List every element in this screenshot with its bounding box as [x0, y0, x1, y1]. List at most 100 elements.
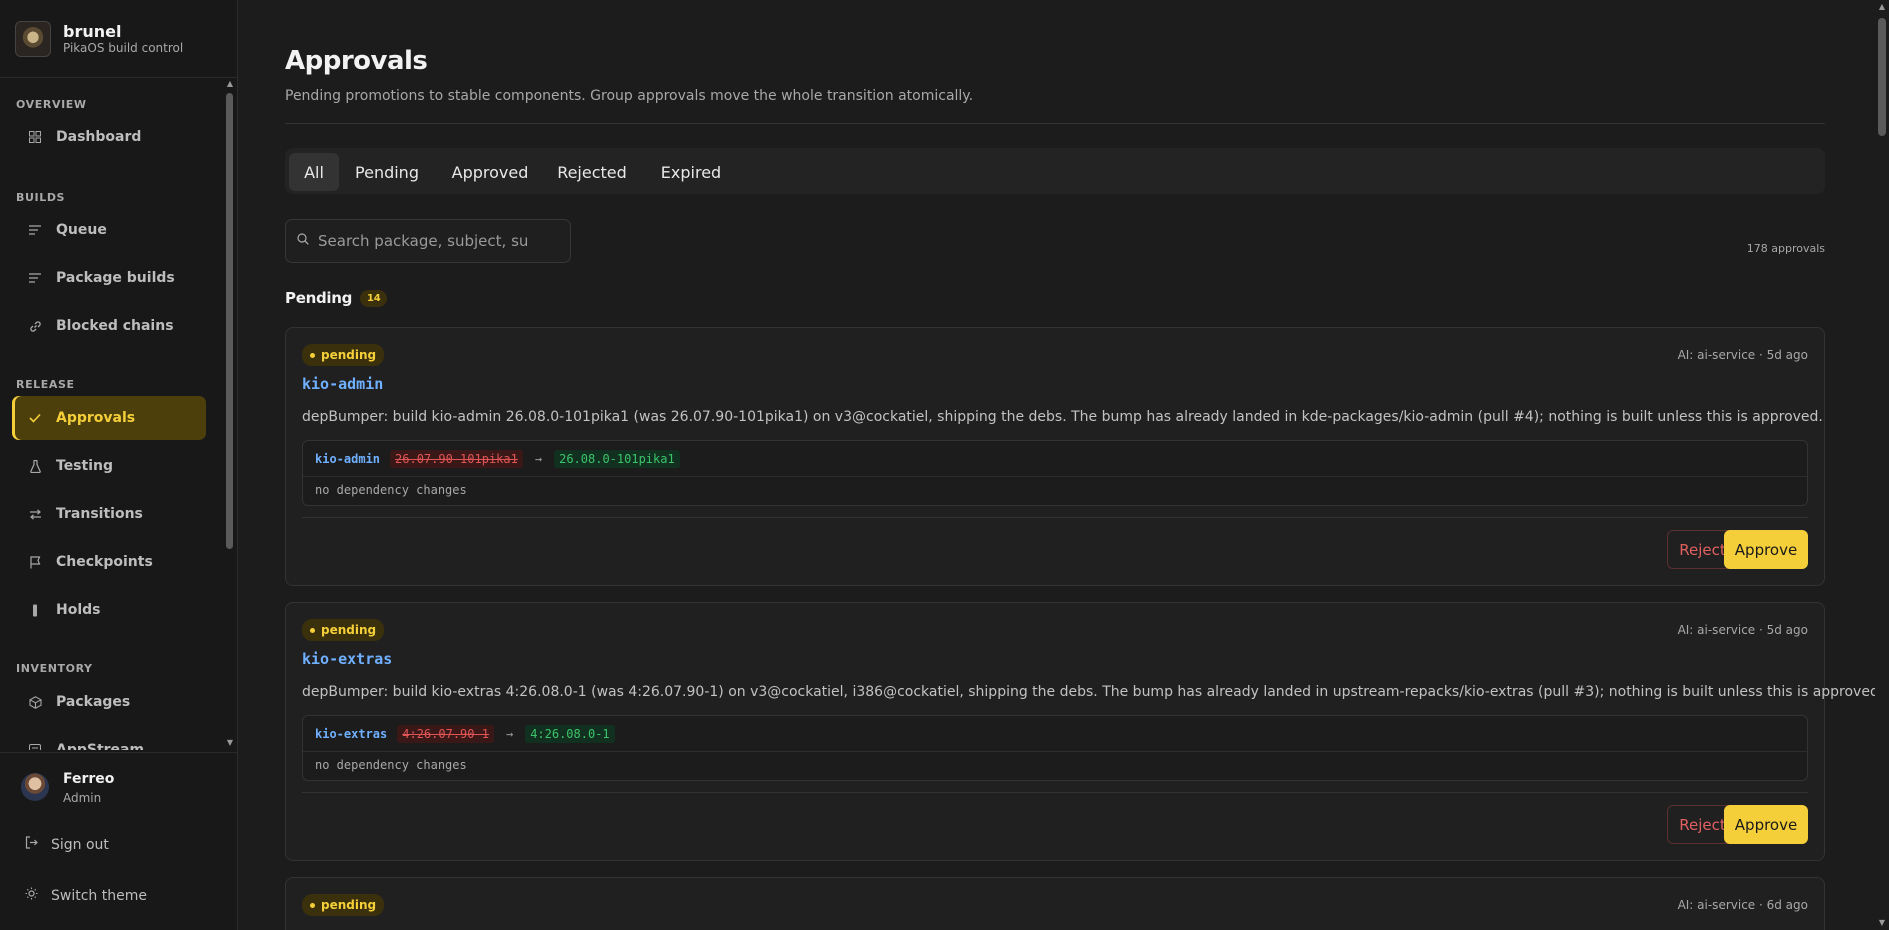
- flag-icon: [28, 555, 42, 569]
- arrow-right-icon: →: [534, 452, 543, 466]
- sidebar-item-approvals[interactable]: Approvals: [15, 396, 206, 440]
- sidebar-item-packages[interactable]: Packages: [15, 680, 206, 724]
- sidebar-scrollbar[interactable]: [226, 93, 233, 549]
- filter-tabs: All Pending Approved Rejected Expired: [285, 148, 1825, 194]
- tab-expired[interactable]: Expired: [651, 153, 731, 191]
- sidebar-scroll-down-icon[interactable]: ▼: [225, 739, 235, 747]
- sidebar-item-label: AppStream: [56, 742, 145, 750]
- pending-heading: Pending 14: [285, 289, 388, 307]
- sidebar-item-queue[interactable]: Queue: [15, 208, 206, 252]
- brand[interactable]: brunel PikaOS build control: [0, 0, 237, 78]
- sign-out-icon: [25, 836, 39, 853]
- tab-pending[interactable]: Pending: [348, 153, 426, 191]
- card-divider: [302, 792, 1808, 793]
- sidebar-scroll-up-icon[interactable]: ▲: [225, 80, 235, 88]
- search-box[interactable]: [285, 219, 571, 263]
- dependency-changes: no dependency changes: [315, 758, 467, 772]
- switch-theme-button[interactable]: Switch theme: [25, 887, 147, 904]
- brand-subtitle: PikaOS build control: [63, 40, 184, 55]
- sidebar-item-testing[interactable]: Testing: [15, 444, 206, 488]
- brand-name: brunel: [63, 21, 122, 41]
- sign-out-label: Sign out: [51, 836, 109, 853]
- new-version: 4:26.08.0-1: [525, 725, 615, 743]
- sidebar-item-label: Approvals: [56, 410, 136, 426]
- sidebar-item-checkpoints[interactable]: Checkpoints: [15, 540, 206, 584]
- sidebar-item-label: Queue: [56, 222, 107, 238]
- approval-count: 178 approvals: [1746, 242, 1825, 255]
- search-input[interactable]: [318, 232, 528, 250]
- pending-count-badge: 14: [360, 289, 388, 307]
- user-name: Ferreo: [63, 771, 115, 787]
- package-link[interactable]: kio-admin: [302, 375, 383, 393]
- main-scrollbar[interactable]: ▲ ▼: [1875, 0, 1889, 930]
- status-dot-icon: [310, 352, 315, 358]
- sidebar-item-label: Dashboard: [56, 129, 142, 145]
- approval-card: pending AI: ai-service · 5d ago kio-admi…: [285, 327, 1825, 586]
- sidebar-item-transitions[interactable]: Transitions: [15, 492, 206, 536]
- package-link[interactable]: kio-extras: [302, 650, 392, 668]
- approval-card: pending AI: ai-service · 5d ago kio-extr…: [285, 602, 1883, 861]
- sidebar-item-label: Checkpoints: [56, 554, 153, 570]
- old-version: 26.07.90-101pika1: [390, 450, 523, 468]
- window-icon: [28, 743, 42, 750]
- status-badge: pending: [302, 894, 385, 916]
- sun-icon: [25, 887, 39, 904]
- scroll-up-icon[interactable]: ▲: [1877, 2, 1887, 11]
- pending-label: Pending: [285, 289, 353, 307]
- status-label: pending: [321, 348, 377, 362]
- list-icon: [28, 271, 42, 285]
- sidebar: brunel PikaOS build control OVERVIEW Das…: [0, 0, 238, 930]
- tab-all[interactable]: All: [289, 153, 339, 191]
- grid-icon: [28, 130, 42, 144]
- list-icon: [28, 223, 42, 237]
- sidebar-item-blocked-chains[interactable]: Blocked chains: [15, 304, 206, 348]
- status-dot-icon: [310, 902, 315, 908]
- approve-button[interactable]: Approve: [1724, 530, 1808, 569]
- flask-icon: [28, 459, 42, 473]
- main-content: Approvals Pending promotions to stable c…: [238, 0, 1889, 930]
- sidebar-item-label: Packages: [56, 694, 131, 710]
- page-title: Approvals: [285, 46, 428, 76]
- new-version: 26.08.0-101pika1: [554, 450, 680, 468]
- avatar[interactable]: [21, 773, 49, 801]
- diff-package-name: kio-extras: [315, 727, 388, 741]
- status-label: pending: [321, 898, 377, 912]
- sidebar-item-dashboard[interactable]: Dashboard: [15, 115, 206, 159]
- diff-divider: [303, 751, 1807, 752]
- sidebar-item-package-builds[interactable]: Package builds: [15, 256, 206, 300]
- bar-icon: [28, 603, 42, 617]
- status-badge: pending: [302, 344, 385, 366]
- sign-out-button[interactable]: Sign out: [25, 836, 109, 853]
- status-badge: pending: [302, 619, 385, 641]
- approval-card: pending AI: ai-service · 6d ago: [285, 877, 1825, 930]
- switch-theme-label: Switch theme: [51, 887, 147, 904]
- tab-rejected[interactable]: Rejected: [547, 153, 637, 191]
- version-diff: kio-admin 26.07.90-101pika1 → 26.08.0-10…: [302, 440, 1808, 506]
- scrollbar-thumb[interactable]: [1878, 18, 1886, 136]
- user-panel: Ferreo Admin Sign out Switch theme: [0, 752, 237, 930]
- sidebar-item-label: Testing: [56, 458, 113, 474]
- approval-description: depBumper: build kio-extras 4:26.08.0-1 …: [302, 684, 1884, 700]
- sidebar-item-label: Holds: [56, 602, 101, 618]
- dependency-changes: no dependency changes: [315, 483, 467, 497]
- sidebar-item-label: Blocked chains: [56, 318, 174, 334]
- sidebar-item-label: Transitions: [56, 506, 143, 522]
- section-inventory: INVENTORY: [16, 662, 93, 675]
- brand-logo: [15, 20, 51, 57]
- diff-divider: [303, 476, 1807, 477]
- scroll-down-icon[interactable]: ▼: [1877, 918, 1887, 927]
- section-overview: OVERVIEW: [16, 98, 87, 111]
- approval-meta: AI: ai-service · 5d ago: [1677, 348, 1808, 362]
- sidebar-item-label: Package builds: [56, 270, 175, 286]
- approve-button[interactable]: Approve: [1724, 805, 1808, 844]
- check-icon: [28, 411, 42, 425]
- approval-meta: AI: ai-service · 6d ago: [1677, 898, 1808, 912]
- arrows-icon: [28, 507, 42, 521]
- version-diff: kio-extras 4:26.07.90-1 → 4:26.08.0-1 no…: [302, 715, 1808, 781]
- link-icon: [28, 319, 42, 333]
- status-dot-icon: [310, 627, 315, 633]
- tab-approved[interactable]: Approved: [443, 153, 537, 191]
- sidebar-item-holds[interactable]: Holds: [15, 588, 206, 632]
- diff-row: kio-admin 26.07.90-101pika1 → 26.08.0-10…: [315, 450, 680, 468]
- sidebar-item-appstream[interactable]: AppStream: [15, 728, 206, 750]
